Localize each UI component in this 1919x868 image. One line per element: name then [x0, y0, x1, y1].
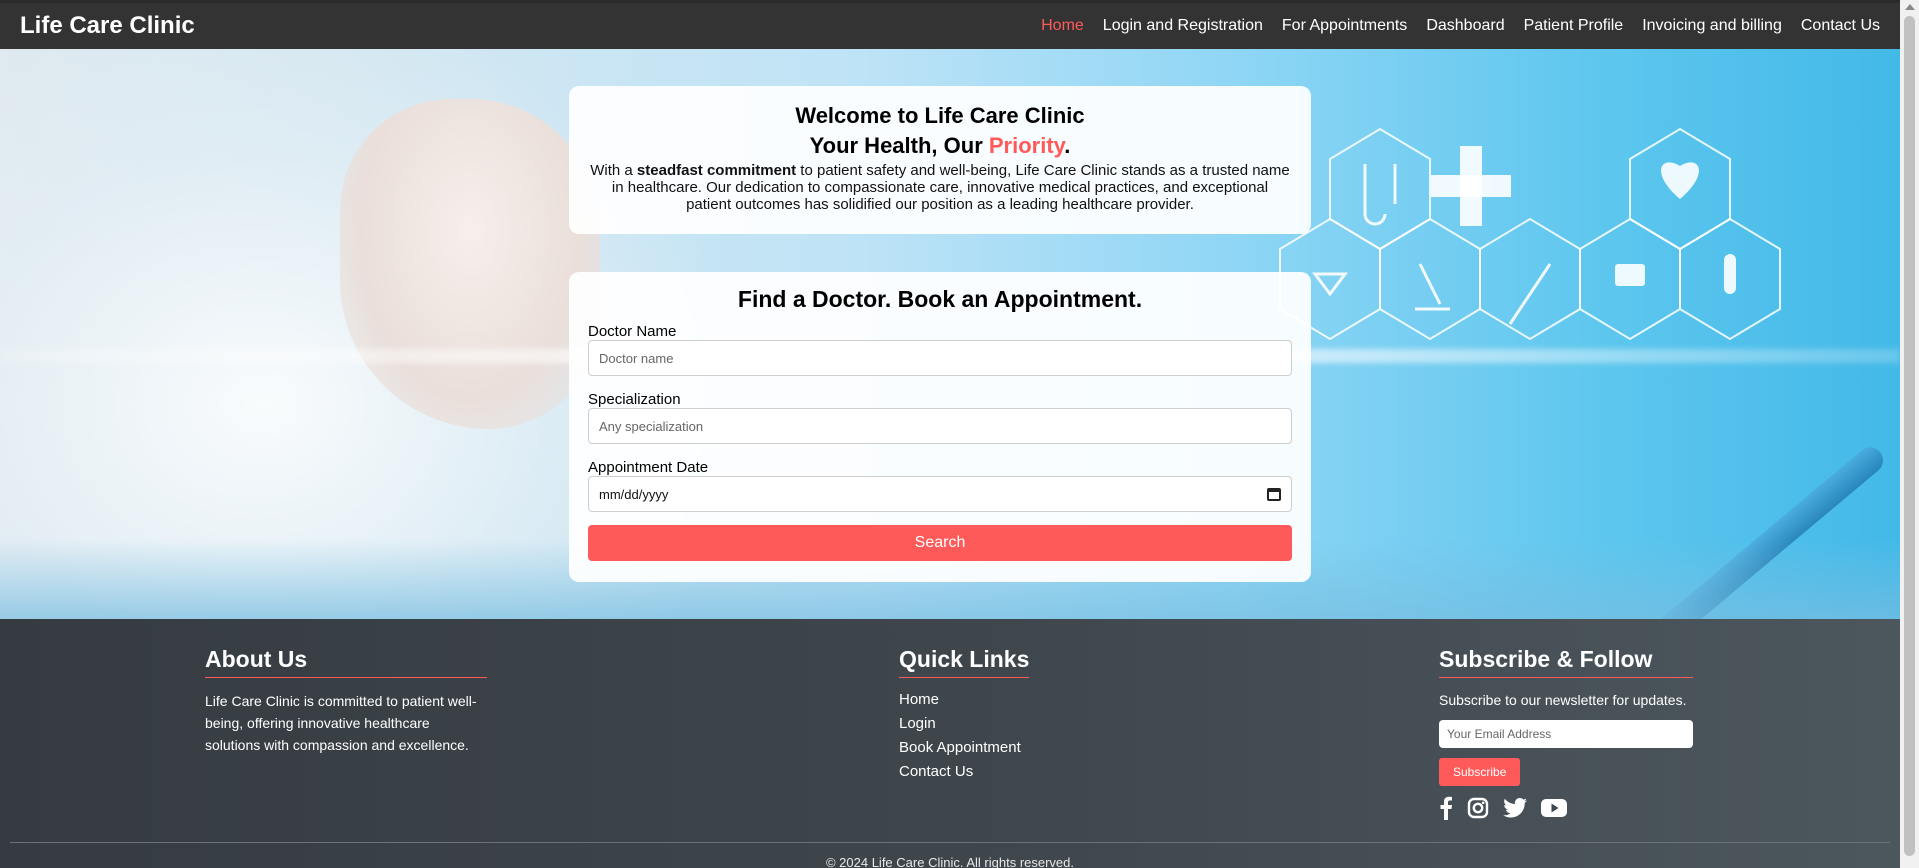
footer-link-home[interactable]: Home [899, 688, 1029, 712]
footer-about-heading: About Us [205, 646, 487, 678]
nav-link-dashboard[interactable]: Dashboard [1426, 17, 1504, 35]
facebook-icon[interactable] [1439, 796, 1453, 820]
youtube-icon[interactable] [1541, 798, 1567, 818]
calendar-icon[interactable] [1267, 487, 1281, 501]
welcome-subtitle-accent: Priority [988, 133, 1065, 158]
twitter-icon[interactable] [1503, 798, 1527, 818]
nav-links: Home Login and Registration For Appointm… [1022, 17, 1880, 35]
footer-link-login[interactable]: Login [899, 712, 1029, 736]
footer-subscribe-heading: Subscribe & Follow [1439, 646, 1693, 678]
doctor-search-card: Find a Doctor. Book an Appointment. Doct… [569, 272, 1311, 582]
doctor-name-input[interactable]: Doctor name [588, 340, 1292, 376]
footer-about-section: About Us Life Care Clinic is committed t… [205, 646, 487, 756]
nav-link-patient-profile[interactable]: Patient Profile [1524, 17, 1624, 35]
nav-link-contact-us[interactable]: Contact Us [1801, 17, 1880, 35]
doctor-name-label: Doctor Name [588, 323, 677, 340]
nav-link-home[interactable]: Home [1041, 17, 1084, 35]
footer-quick-links-list: Home Login Book Appointment Contact Us [899, 688, 1029, 784]
appointment-date-label: Appointment Date [588, 459, 709, 476]
hero-section: Welcome to Life Care Clinic Your Health,… [0, 49, 1900, 619]
welcome-subtitle-suffix: . [1064, 133, 1071, 158]
welcome-description: With a steadfast commitment to patient s… [569, 162, 1311, 213]
instagram-icon[interactable] [1467, 797, 1489, 819]
hero-medical-hexagon-icons [1279, 127, 1781, 341]
top-navbar: Life Care Clinic Home Login and Registra… [0, 0, 1900, 49]
footer-about-text: Life Care Clinic is committed to patient… [205, 693, 477, 753]
appointment-date-value: mm/dd/yyyy [599, 486, 669, 502]
footer-link-book-appointment[interactable]: Book Appointment [899, 736, 1029, 760]
appointment-date-input[interactable]: mm/dd/yyyy [588, 476, 1292, 512]
welcome-text-prefix: With a [590, 162, 637, 179]
social-links [1439, 796, 1693, 820]
welcome-subtitle: Your Health, Our Priority. [569, 130, 1311, 162]
subscribe-button[interactable]: Subscribe [1439, 758, 1521, 786]
newsletter-email-input[interactable]: Your Email Address [1439, 720, 1693, 748]
copyright-text: © 2024 Life Care Clinic. All rights rese… [825, 855, 1075, 868]
search-card-title: Find a Doctor. Book an Appointment. [737, 286, 1143, 312]
search-button[interactable]: Search [588, 525, 1292, 561]
scrollbar-thumb[interactable] [1904, 16, 1915, 856]
hero-background-hand [340, 99, 600, 429]
welcome-title: Welcome to Life Care Clinic [795, 103, 1085, 128]
footer: About Us Life Care Clinic is committed t… [0, 619, 1900, 868]
brand-logo-text[interactable]: Life Care Clinic [20, 12, 195, 40]
specialization-input[interactable]: Any specialization [588, 408, 1292, 444]
footer-quick-links-section: Quick Links Home Login Book Appointment … [899, 646, 1030, 784]
welcome-text-bold: steadfast commitment [636, 162, 797, 179]
welcome-card: Welcome to Life Care Clinic Your Health,… [569, 86, 1311, 234]
page-scrollbar[interactable] [1900, 0, 1919, 868]
footer-divider [10, 842, 1890, 843]
scroll-up-arrow-icon[interactable] [1905, 4, 1915, 10]
footer-link-contact-us[interactable]: Contact Us [899, 760, 1029, 784]
footer-subscribe-section: Subscribe & Follow Subscribe to our news… [1439, 646, 1693, 820]
footer-quick-links-heading: Quick Links [899, 646, 1030, 678]
nav-link-appointments[interactable]: For Appointments [1282, 17, 1407, 35]
footer-subscribe-text: Subscribe to our newsletter for updates. [1439, 692, 1687, 708]
welcome-subtitle-prefix: Your Health, Our [809, 133, 989, 158]
nav-link-invoicing-billing[interactable]: Invoicing and billing [1642, 17, 1782, 35]
specialization-label: Specialization [588, 391, 681, 408]
nav-link-login-registration[interactable]: Login and Registration [1103, 17, 1263, 35]
